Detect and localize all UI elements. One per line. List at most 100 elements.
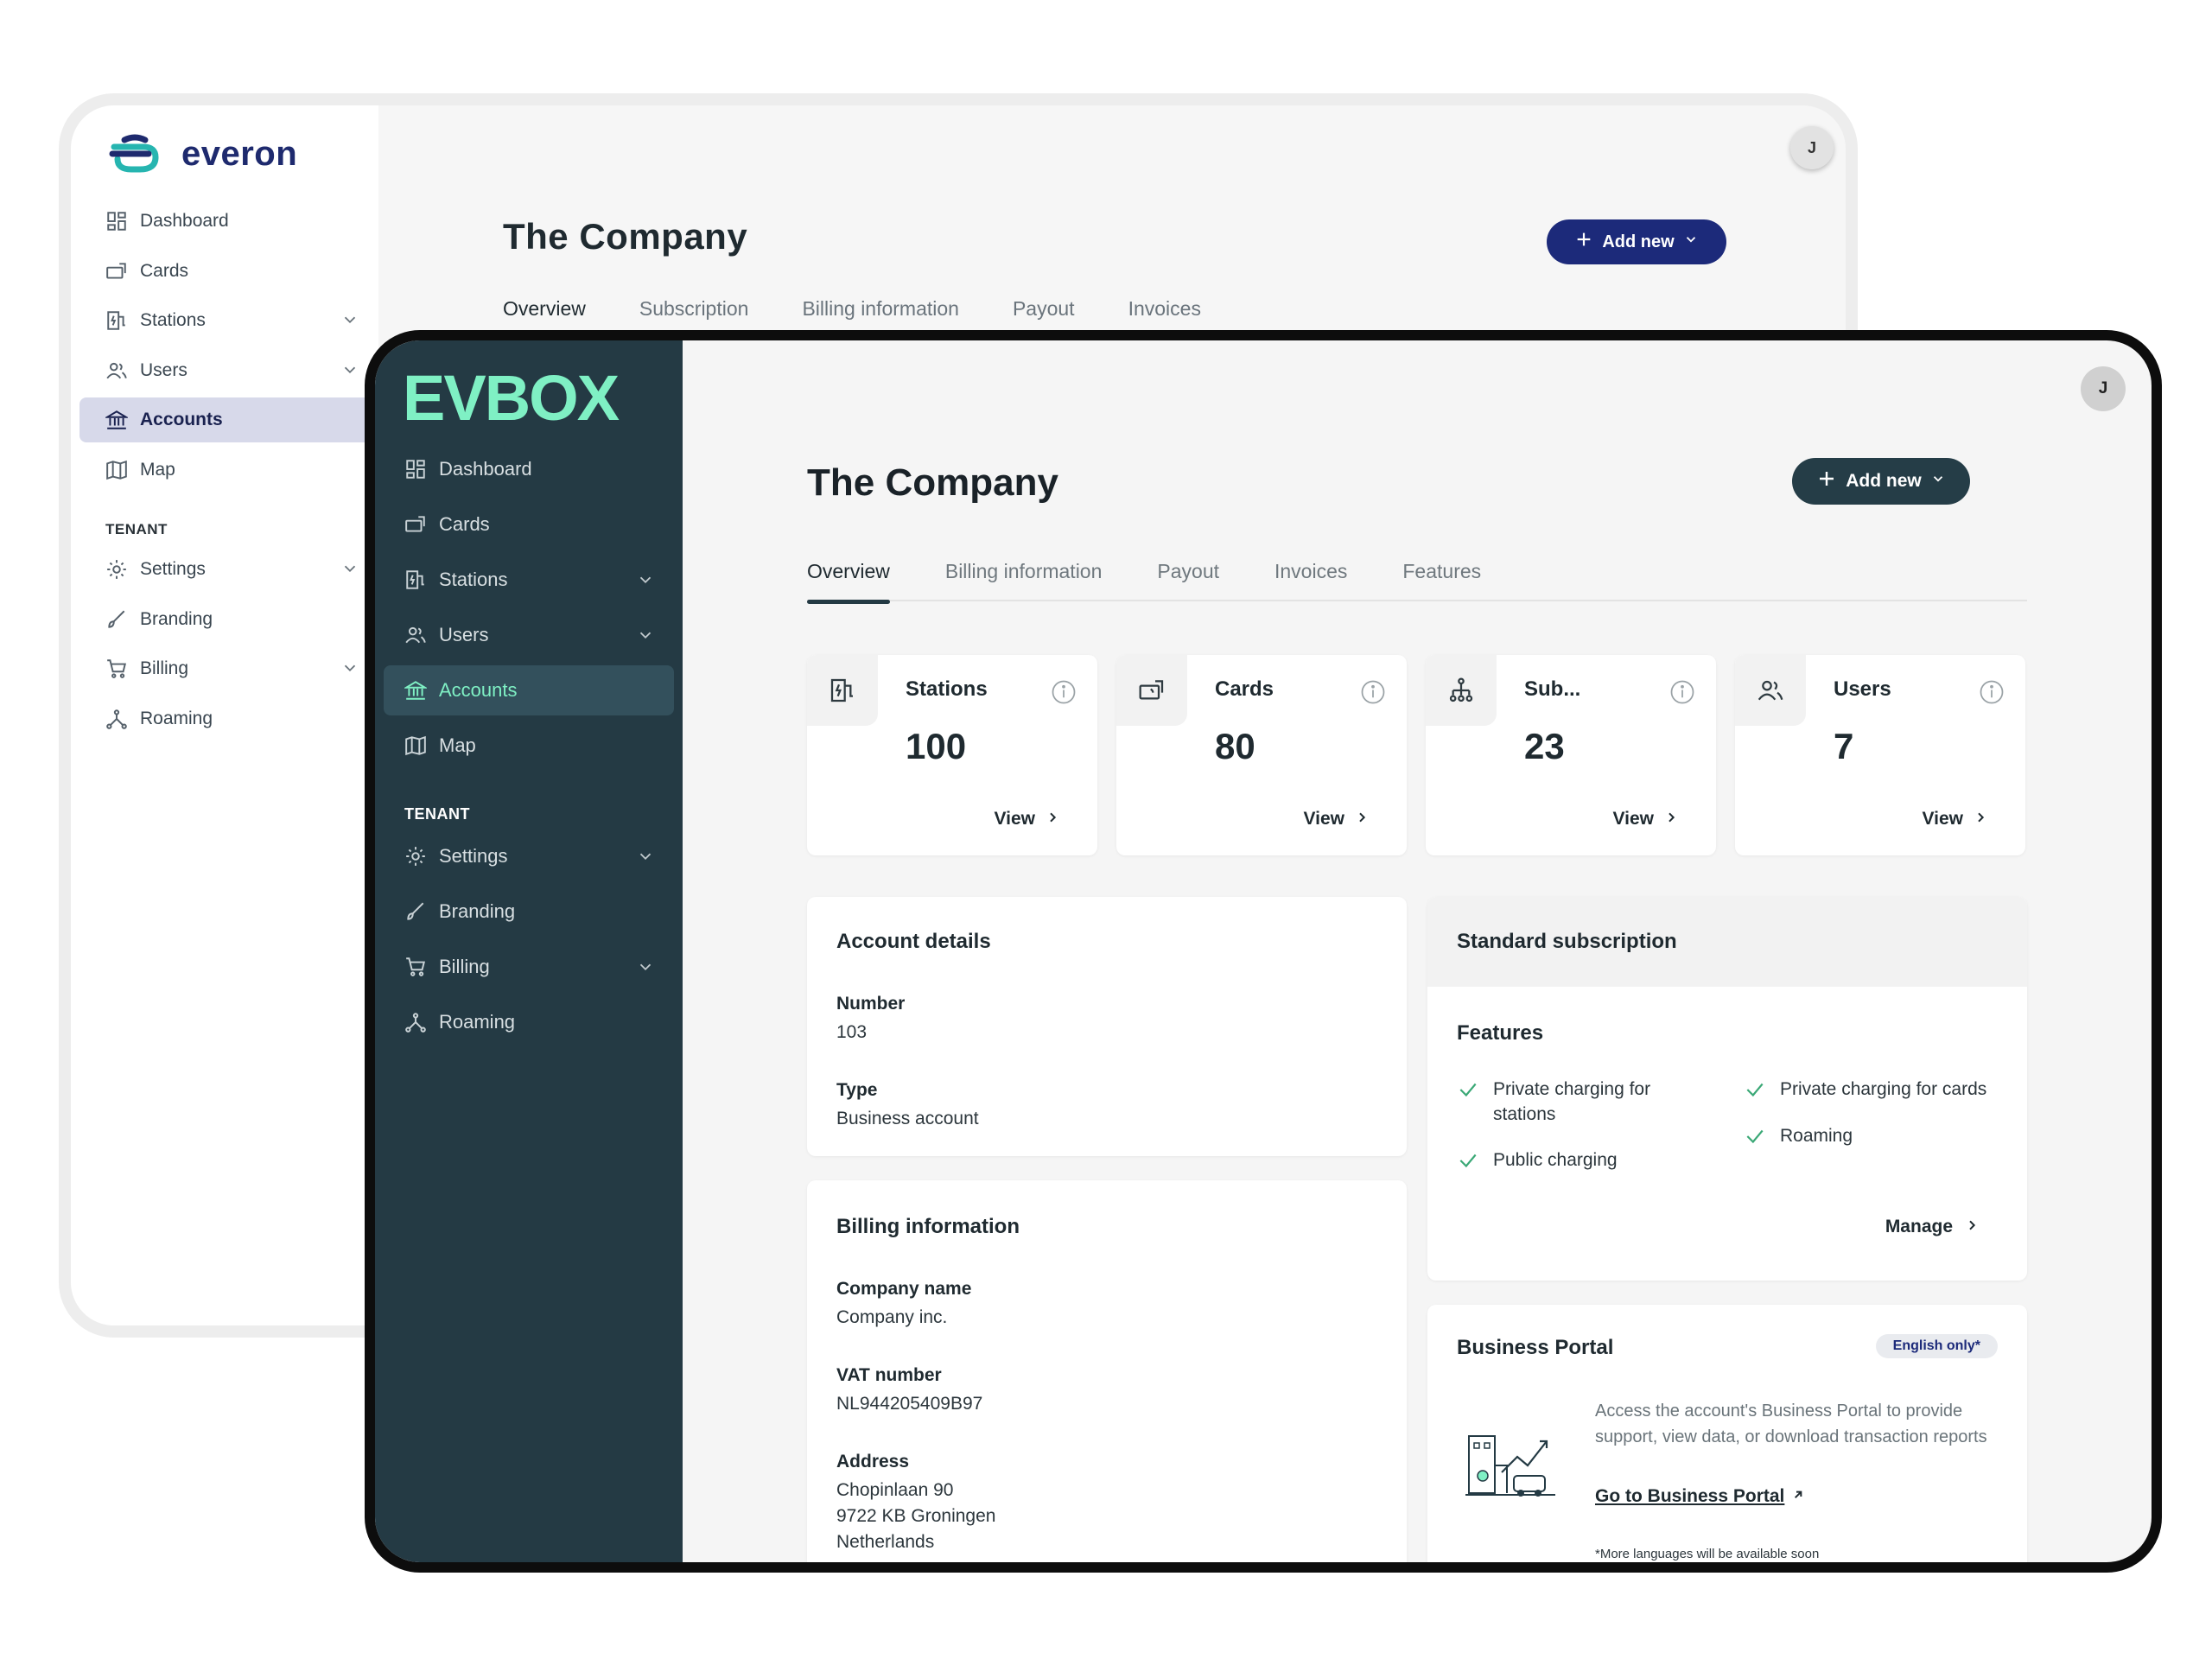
evbox-logo[interactable]: EVBOX	[403, 366, 627, 427]
business-portal-link-label: Go to Business Portal	[1595, 1486, 1785, 1506]
sidebar-item-users[interactable]: Users	[384, 610, 674, 660]
chevron-down-icon[interactable]	[636, 570, 655, 589]
tab-bar: Overview Subscription Billing informatio…	[503, 297, 1201, 321]
sidebar-item-settings[interactable]: Settings	[79, 547, 378, 592]
feature-item: Roaming	[1744, 1123, 2020, 1148]
number-label: Number	[836, 994, 906, 1014]
check-icon	[1457, 1149, 1479, 1172]
feature-item: Private charging for stations	[1457, 1077, 1716, 1127]
chevron-down-icon[interactable]	[340, 559, 359, 578]
sidebar-nav: Dashboard Cards Stations Users Accounts	[79, 199, 378, 746]
sidebar-item-roaming[interactable]: Roaming	[79, 696, 378, 741]
sidebar-item-billing[interactable]: Billing	[384, 942, 674, 992]
avatar[interactable]: J	[1790, 126, 1834, 169]
main-content: J The Company Add new Overview Billing i…	[683, 340, 2152, 1562]
go-to-business-portal-link[interactable]: Go to Business Portal	[1595, 1486, 1805, 1507]
feature-item: Public charging	[1457, 1147, 1716, 1173]
tab-bar: Overview Billing information Payout Invo…	[807, 560, 2027, 604]
address-line: Netherlands	[836, 1532, 935, 1552]
plus-icon	[1574, 230, 1593, 254]
view-users-link[interactable]: View	[1923, 809, 1987, 830]
tab-features[interactable]: Features	[1402, 560, 1481, 601]
info-icon[interactable]	[1051, 679, 1077, 705]
map-icon	[404, 734, 427, 757]
business-portal-title: Business Portal	[1457, 1336, 1614, 1359]
sidebar-item-stations[interactable]: Stations	[79, 298, 378, 343]
sidebar-item-settings[interactable]: Settings	[384, 831, 674, 881]
feature-item: Private charging for cards	[1744, 1077, 2020, 1102]
address-line: 9722 KB Groningen	[836, 1506, 996, 1526]
dashboard-icon	[404, 458, 427, 480]
sidebar-item-map[interactable]: Map	[384, 721, 674, 771]
sidebar-item-map[interactable]: Map	[79, 448, 378, 493]
sidebar-item-cards[interactable]: Cards	[79, 249, 378, 294]
sidebar: EVBOX Dashboard Cards Stations Users Acc…	[375, 340, 683, 1562]
everon-logo[interactable]: everon	[105, 131, 297, 176]
sidebar-item-dashboard[interactable]: Dashboard	[384, 444, 674, 494]
billing-information-title: Billing information	[836, 1215, 1020, 1238]
sidebar-item-label: Accounts	[140, 410, 223, 429]
sidebar-item-accounts[interactable]: Accounts	[79, 397, 378, 442]
chevron-down-icon[interactable]	[636, 957, 655, 976]
info-icon[interactable]	[1669, 679, 1695, 705]
sidebar-item-label: Users	[140, 359, 188, 380]
tab-payout[interactable]: Payout	[1157, 560, 1219, 601]
add-new-button[interactable]: Add new	[1547, 219, 1726, 264]
avatar[interactable]: J	[2081, 366, 2126, 411]
chevron-down-icon[interactable]	[340, 360, 359, 379]
tab-overview[interactable]: Overview	[807, 560, 890, 604]
tab-invoices[interactable]: Invoices	[1128, 297, 1201, 321]
page-title: The Company	[503, 216, 748, 257]
tab-subscription[interactable]: Subscription	[639, 297, 749, 321]
manage-link[interactable]: Manage	[1885, 1217, 1979, 1237]
add-new-label: Add new	[1602, 232, 1675, 251]
dashboard-icon	[105, 210, 128, 232]
features-title: Features	[1457, 1021, 1544, 1045]
sidebar-item-branding[interactable]: Branding	[384, 887, 674, 937]
info-icon[interactable]	[1979, 679, 2005, 705]
add-new-button[interactable]: Add new	[1792, 458, 1970, 505]
check-icon	[1457, 1078, 1479, 1101]
sidebar-item-label: Roaming	[439, 1011, 516, 1033]
view-stations-link[interactable]: View	[995, 809, 1059, 830]
address-line: Chopinlaan 90	[836, 1480, 954, 1500]
info-icon[interactable]	[1360, 679, 1386, 705]
sidebar-item-stations[interactable]: Stations	[384, 555, 674, 605]
sidebar-item-cards[interactable]: Cards	[384, 499, 674, 550]
evbox-logo-text: EVBOX	[403, 366, 620, 427]
stat-card-stations: Stations 100 View	[807, 655, 1097, 855]
map-icon	[105, 459, 128, 481]
vat-number-value: NL944205409B97	[836, 1394, 983, 1414]
evbox-window: EVBOX Dashboard Cards Stations Users Acc…	[365, 330, 2162, 1573]
business-portal-card: Business Portal English only* Access the…	[1427, 1305, 2027, 1562]
sidebar-item-label: Roaming	[140, 708, 213, 728]
company-name-value: Company inc.	[836, 1307, 948, 1327]
chevron-down-icon[interactable]	[340, 658, 359, 677]
stat-value: 23	[1524, 726, 1565, 766]
view-cards-link[interactable]: View	[1304, 809, 1369, 830]
sidebar-item-accounts[interactable]: Accounts	[384, 665, 674, 715]
tab-billing-information[interactable]: Billing information	[945, 560, 1103, 601]
station-icon	[807, 655, 878, 726]
roaming-icon	[404, 1011, 427, 1033]
chevron-down-icon[interactable]	[636, 626, 655, 645]
sidebar-item-users[interactable]: Users	[79, 348, 378, 393]
sidebar-item-dashboard[interactable]: Dashboard	[79, 199, 378, 244]
users-icon	[105, 359, 128, 382]
tab-invoices[interactable]: Invoices	[1274, 560, 1347, 601]
sidebar-item-roaming[interactable]: Roaming	[384, 997, 674, 1047]
tab-billing-information[interactable]: Billing information	[802, 297, 959, 321]
settings-icon	[404, 845, 427, 868]
tab-overview[interactable]: Overview	[503, 297, 586, 321]
view-sub-accounts-link[interactable]: View	[1613, 809, 1678, 830]
stat-card-users: Users 7 View	[1735, 655, 2025, 855]
subscription-card-header: Standard subscription	[1427, 897, 2027, 987]
chevron-down-icon[interactable]	[636, 847, 655, 866]
sidebar-item-billing[interactable]: Billing	[79, 646, 378, 691]
sidebar-item-branding[interactable]: Branding	[79, 597, 378, 642]
tab-payout[interactable]: Payout	[1013, 297, 1075, 321]
chevron-down-icon[interactable]	[340, 310, 359, 329]
sidebar-item-label: Billing	[140, 658, 189, 678]
account-details-card: Account details Number 103 Type Business…	[807, 897, 1407, 1156]
sidebar: everon Dashboard Cards Stations Users Ac…	[71, 105, 378, 1325]
